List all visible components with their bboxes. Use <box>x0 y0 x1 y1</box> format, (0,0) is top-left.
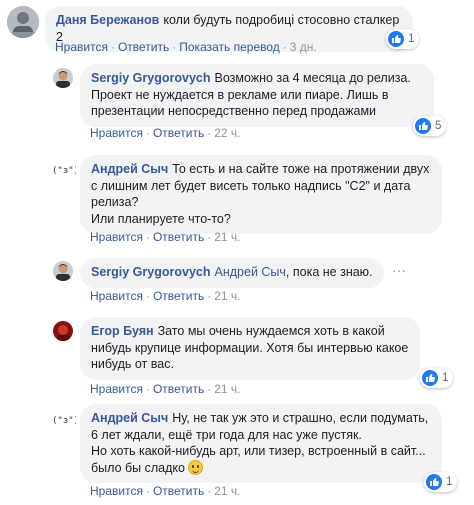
reply-link[interactable]: Ответить <box>153 230 204 244</box>
like-icon <box>388 31 404 47</box>
avatar[interactable]: ("з") <box>52 409 76 433</box>
comment-author[interactable]: Даня Бережанов <box>56 13 159 27</box>
like-link[interactable]: Нравится <box>55 40 108 54</box>
comment-6: ("з") Андрей СычНу, не так уж это и стра… <box>0 404 474 505</box>
avatar[interactable] <box>53 68 73 88</box>
comment-text: , пока не знаю. <box>285 265 373 279</box>
reaction-count: 1 <box>408 33 415 45</box>
like-icon <box>426 474 442 490</box>
comment-bubble: Андрей Сыч Ну, не так уж это и страшно, е… <box>80 404 442 483</box>
reaction-badge[interactable]: 1 <box>386 29 420 49</box>
reply-link[interactable]: Ответить <box>118 40 169 54</box>
reply-link[interactable]: Ответить <box>153 126 204 140</box>
more-options-icon[interactable]: ··· <box>392 262 406 278</box>
ascii-face-avatar-icon: ("з") <box>52 416 76 426</box>
comment-actions: Нравится · Ответить · 22 ч. <box>90 126 241 140</box>
reaction-badge[interactable]: 1 <box>420 368 454 388</box>
like-link[interactable]: Нравится <box>90 382 143 396</box>
like-link[interactable]: Нравится <box>90 289 143 303</box>
avatar[interactable]: ("з") <box>52 159 76 183</box>
reply-link[interactable]: Ответить <box>153 484 204 498</box>
red-photo-avatar-icon <box>53 321 73 341</box>
like-icon <box>415 118 431 134</box>
comment-author[interactable]: Sergiy Grygorovych <box>91 71 211 85</box>
comment-bubble: Sergiy Grygorovych Возможно за 4 месяца д… <box>80 64 434 127</box>
comment-bubble: Егор Буян Зато мы очень нуждаемся хоть в … <box>80 317 420 380</box>
comment-author[interactable]: Sergiy Grygorovych <box>91 265 211 279</box>
avatar[interactable] <box>53 261 73 281</box>
reaction-badge[interactable]: 1 <box>424 472 458 492</box>
reaction-count: 5 <box>435 120 442 132</box>
gray-photo-avatar-icon <box>7 6 39 38</box>
smile-emoji-icon <box>188 459 204 475</box>
comment-actions: Нравится · Ответить · 21 ч. <box>90 382 241 396</box>
comment-time[interactable]: 21 ч. <box>214 230 240 244</box>
reaction-badge[interactable]: 5 <box>413 116 447 136</box>
comment-bubble: Sergiy Grygorovych Андрей Сыч, пока не зн… <box>80 258 384 288</box>
mention-link[interactable]: Андрей Сыч <box>215 265 286 279</box>
man-photo-avatar-icon <box>53 261 73 281</box>
translate-link[interactable]: Показать перевод <box>179 40 280 54</box>
like-link[interactable]: Нравится <box>90 126 143 140</box>
like-link[interactable]: Нравится <box>90 484 143 498</box>
reaction-count: 1 <box>446 476 453 488</box>
reply-link[interactable]: Ответить <box>153 382 204 396</box>
reaction-count: 1 <box>442 372 449 384</box>
avatar[interactable] <box>7 6 39 38</box>
comment-time[interactable]: 21 ч. <box>214 289 240 303</box>
comment-1: Даня Бережанов коли будуть подробиці стос… <box>0 0 474 56</box>
comment-actions: Нравится · Ответить · 21 ч. <box>90 484 241 498</box>
comment-3: ("з") Андрей СычТо есть и на сайте тоже … <box>0 150 474 246</box>
comment-time[interactable]: 22 ч. <box>214 126 240 140</box>
reply-link[interactable]: Ответить <box>153 289 204 303</box>
like-link[interactable]: Нравится <box>90 230 143 244</box>
comment-bubble: Андрей Сыч То есть и на сайте тоже на про… <box>80 155 442 234</box>
comment-actions: Нравится · Ответить · Показать перевод · 3 дн. <box>55 40 317 54</box>
comment-time[interactable]: 21 ч. <box>214 382 240 396</box>
comment-4: Sergiy Grygorovych Андрей Сыч, пока не зн… <box>0 252 474 304</box>
like-icon <box>422 370 438 386</box>
avatar[interactable] <box>53 321 73 341</box>
comment-author[interactable]: Андрей Сыч <box>91 162 168 176</box>
man-photo-avatar-icon <box>53 68 73 88</box>
comment-2: Sergiy Grygorovych Возможно за 4 месяца д… <box>0 56 474 144</box>
comment-author[interactable]: Егор Буян <box>91 324 154 338</box>
ascii-face-avatar-icon: ("з") <box>52 166 76 176</box>
comment-author[interactable]: Андрей Сыч <box>91 411 168 425</box>
comment-actions: Нравится · Ответить · 21 ч. <box>90 230 241 244</box>
comment-time[interactable]: 3 дн. <box>290 40 317 54</box>
comment-actions: Нравится · Ответить · 21 ч. <box>90 289 241 303</box>
comment-time[interactable]: 21 ч. <box>214 484 240 498</box>
comment-5: Егор Буян Зато мы очень нуждаемся хоть в … <box>0 312 474 400</box>
